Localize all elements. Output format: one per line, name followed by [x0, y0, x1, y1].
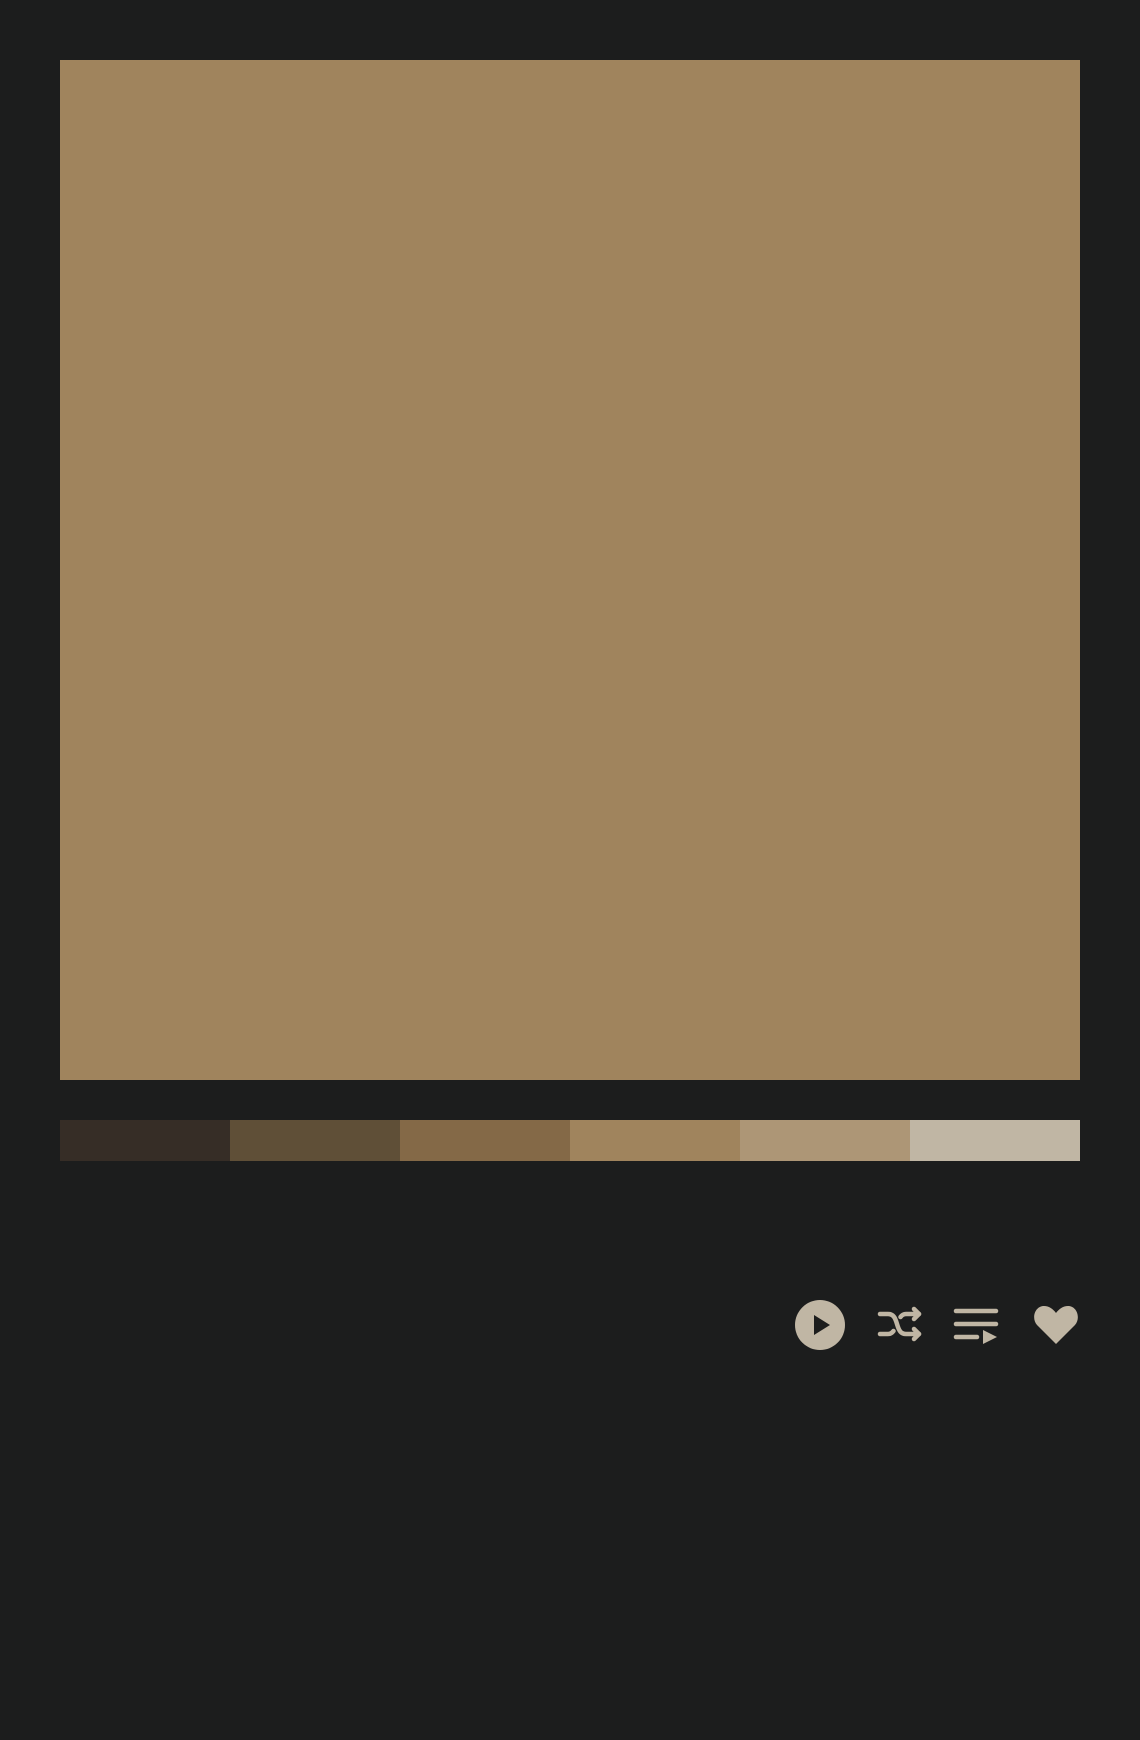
shuffle-button[interactable]	[876, 1300, 926, 1350]
like-button[interactable]	[1032, 1301, 1080, 1349]
palette-swatch	[740, 1120, 910, 1161]
queue-button[interactable]	[952, 1301, 1000, 1349]
playback-controls	[794, 1295, 1080, 1355]
play-circle-icon	[795, 1300, 845, 1350]
album-cover[interactable]	[60, 60, 1080, 1080]
palette-swatch	[60, 1120, 230, 1161]
queue-icon	[953, 1308, 999, 1344]
shuffle-icon	[877, 1306, 922, 1342]
palette-swatch	[570, 1120, 740, 1161]
palette-swatch	[400, 1120, 570, 1161]
color-palette	[60, 1120, 1080, 1161]
heart-icon	[1034, 1306, 1078, 1344]
play-button[interactable]	[794, 1299, 846, 1351]
palette-swatch	[230, 1120, 400, 1161]
palette-swatch	[910, 1120, 1080, 1161]
